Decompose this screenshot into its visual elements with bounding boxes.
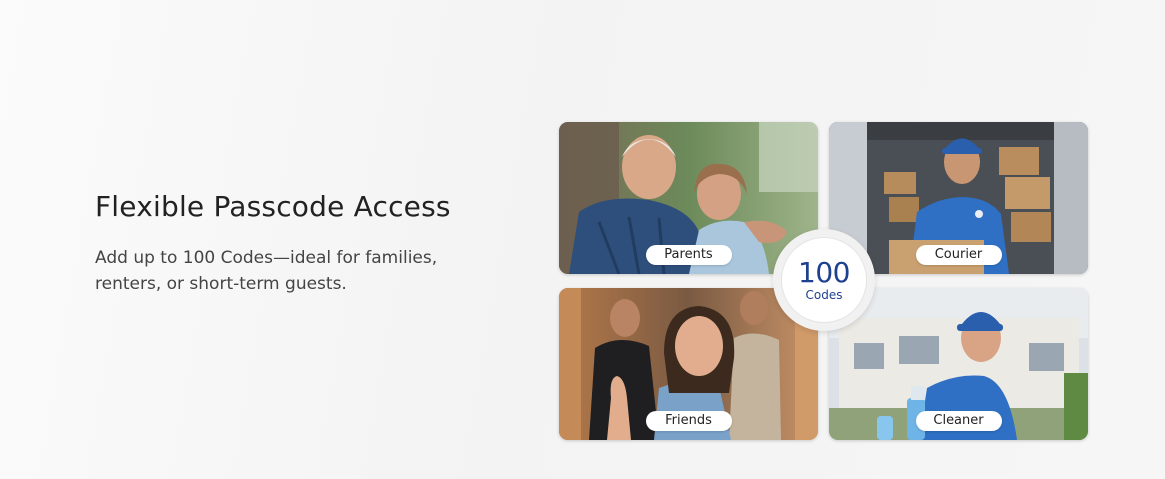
- codes-badge: 100 Codes: [773, 229, 875, 331]
- tile-label-cleaner: Cleaner: [915, 411, 1002, 431]
- tile-friends: Friends: [559, 288, 818, 440]
- codes-badge-inner: 100 Codes: [781, 237, 867, 323]
- headline: Flexible Passcode Access: [95, 190, 451, 223]
- tile-label-friends: Friends: [645, 411, 732, 431]
- tile-parents: Parents: [559, 122, 818, 274]
- subtext: Add up to 100 Codes—ideal for families, …: [95, 248, 438, 294]
- tile-courier: Courier: [829, 122, 1088, 274]
- tile-label-parents: Parents: [645, 245, 732, 265]
- codes-unit: Codes: [805, 288, 843, 302]
- text-block: Flexible Passcode Access Add up to 100 C…: [95, 190, 515, 297]
- tile-label-courier: Courier: [915, 245, 1002, 265]
- feature-banner: Flexible Passcode Access Add up to 100 C…: [0, 0, 1165, 479]
- codes-count: 100: [798, 256, 850, 289]
- tile-cleaner: Cleaner: [829, 288, 1088, 440]
